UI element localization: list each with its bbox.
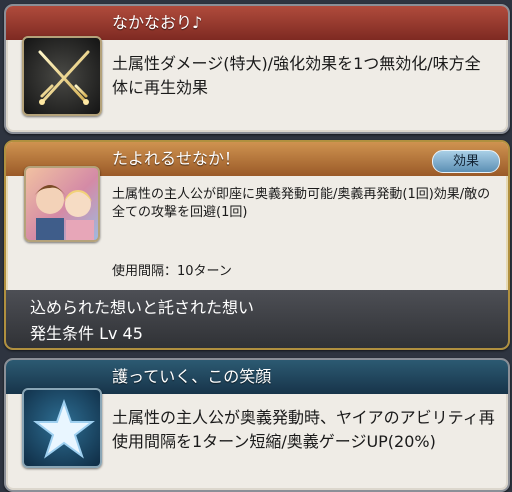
- ougi-name: 込められた想いと託された想い: [30, 298, 255, 317]
- skill-card-3: 護っていく、この笑顔 土属性の主人公が奥義発動時、ヤイアのアビリティ再使用間隔を…: [4, 358, 510, 492]
- skill-description: 土属性ダメージ(特大)/強化効果を1つ無効化/味方全体に再生効果: [112, 54, 481, 97]
- crossed-swords-icon[interactable]: [22, 36, 102, 116]
- star-icon[interactable]: [22, 388, 102, 468]
- skill-card-2: たよれるせなか！ 効果 土属性の主人公が即座に奥義発動可能/奥義再発動(1回)効…: [4, 140, 510, 350]
- skill-card-1: なかなおり♪ 土属性ダメージ(特大)/強化効果を1つ無効化/味方全体に再生効果: [4, 4, 510, 134]
- ougi-panel: 込められた想いと託された想い 発生条件 Lv 45: [6, 290, 508, 348]
- cooldown-text: 使用間隔：10ターン: [112, 264, 232, 279]
- skill-title: なかなおり♪: [6, 6, 508, 40]
- character-portrait-icon[interactable]: [24, 166, 100, 242]
- effect-badge[interactable]: 効果: [432, 150, 500, 173]
- ougi-condition: 発生条件 Lv 45: [30, 324, 143, 343]
- skill-description: 土属性の主人公が奥義発動時、ヤイアのアビリティ再使用間隔を1ターン短縮/奥義ゲー…: [112, 408, 495, 451]
- skill-description: 土属性の主人公が即座に奥義発動可能/奥義再発動(1回)効果/敵の全ての攻撃を回避…: [112, 187, 491, 220]
